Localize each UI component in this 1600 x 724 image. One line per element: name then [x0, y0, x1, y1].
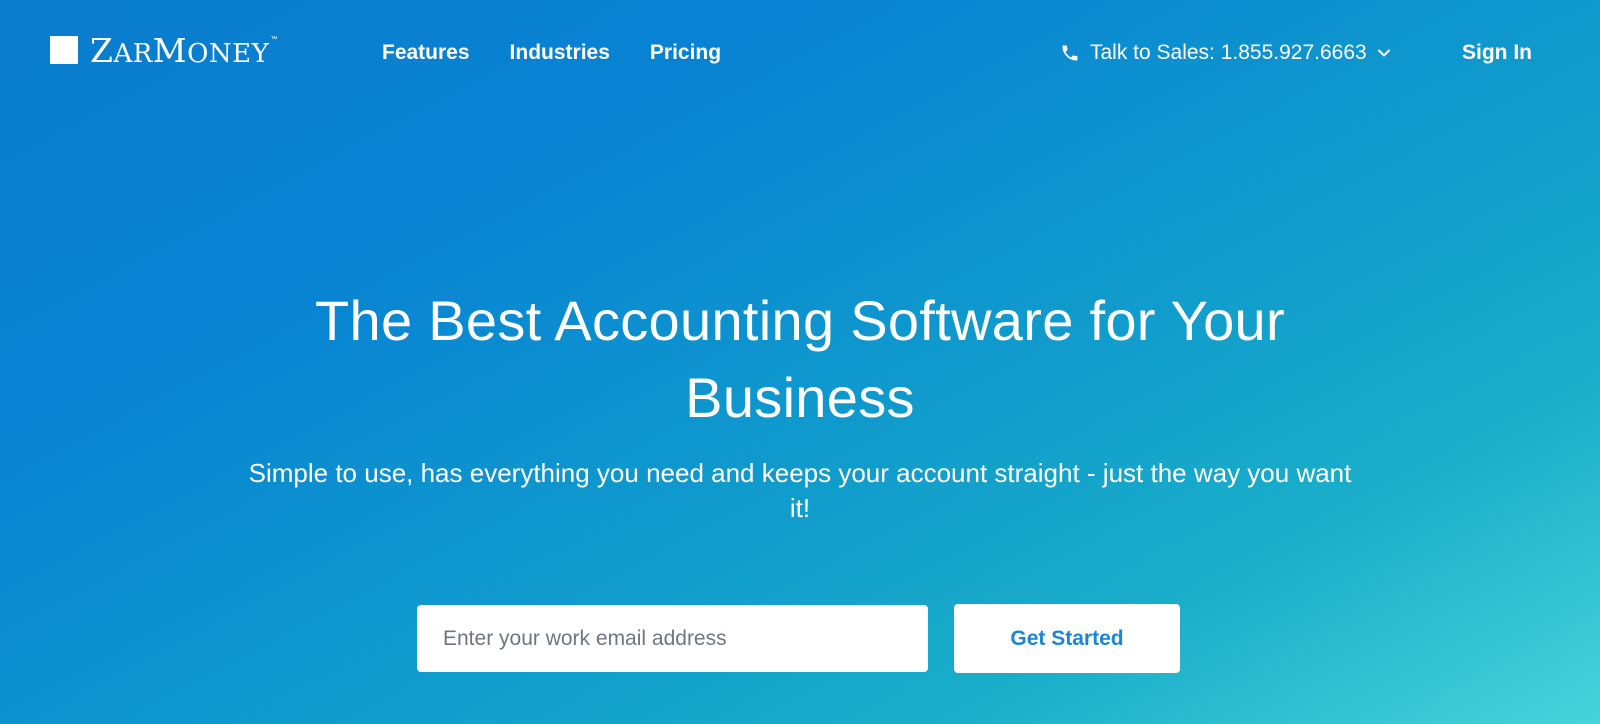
work-email-input[interactable] [417, 605, 928, 672]
hero-title-line-2: Business [685, 366, 915, 429]
logo-wordmark: ZARMONEY [90, 34, 269, 71]
logo-letter-m: M [152, 31, 188, 70]
hero-title: The Best Accounting Software for Your Bu… [200, 282, 1400, 436]
hero-title-line-1: The Best Accounting Software for Your [315, 289, 1285, 352]
phone-icon [1062, 45, 1078, 61]
nav-link-features[interactable]: Features [382, 40, 470, 66]
nav-link-industries[interactable]: Industries [510, 40, 610, 66]
main-nav: Features Industries Pricing [382, 40, 761, 66]
square-logo-icon [50, 36, 78, 64]
talk-to-sales-dropdown[interactable]: Talk to Sales: 1.855.927.6663 [1060, 40, 1401, 66]
talk-to-sales-label: Talk to Sales: 1.855.927.6663 [1090, 41, 1367, 64]
zarmoney-logo[interactable]: ZARMONEY ™ [50, 34, 277, 71]
nav-link-pricing[interactable]: Pricing [650, 40, 721, 66]
sign-in-link[interactable]: Sign In [1462, 40, 1532, 66]
logo-letter-z: Z [90, 31, 114, 70]
get-started-button[interactable]: Get Started [954, 604, 1180, 673]
hero-subtitle: Simple to use, has everything you need a… [248, 458, 1352, 523]
logo-letters-oney: ONEY [187, 39, 270, 69]
logo-letters-ar: AR [113, 39, 153, 69]
trademark-symbol: ™ [270, 36, 278, 43]
chevron-down-icon [1377, 49, 1390, 57]
top-navbar: ZARMONEY ™ Features Industries Pricing T… [0, 0, 1600, 106]
